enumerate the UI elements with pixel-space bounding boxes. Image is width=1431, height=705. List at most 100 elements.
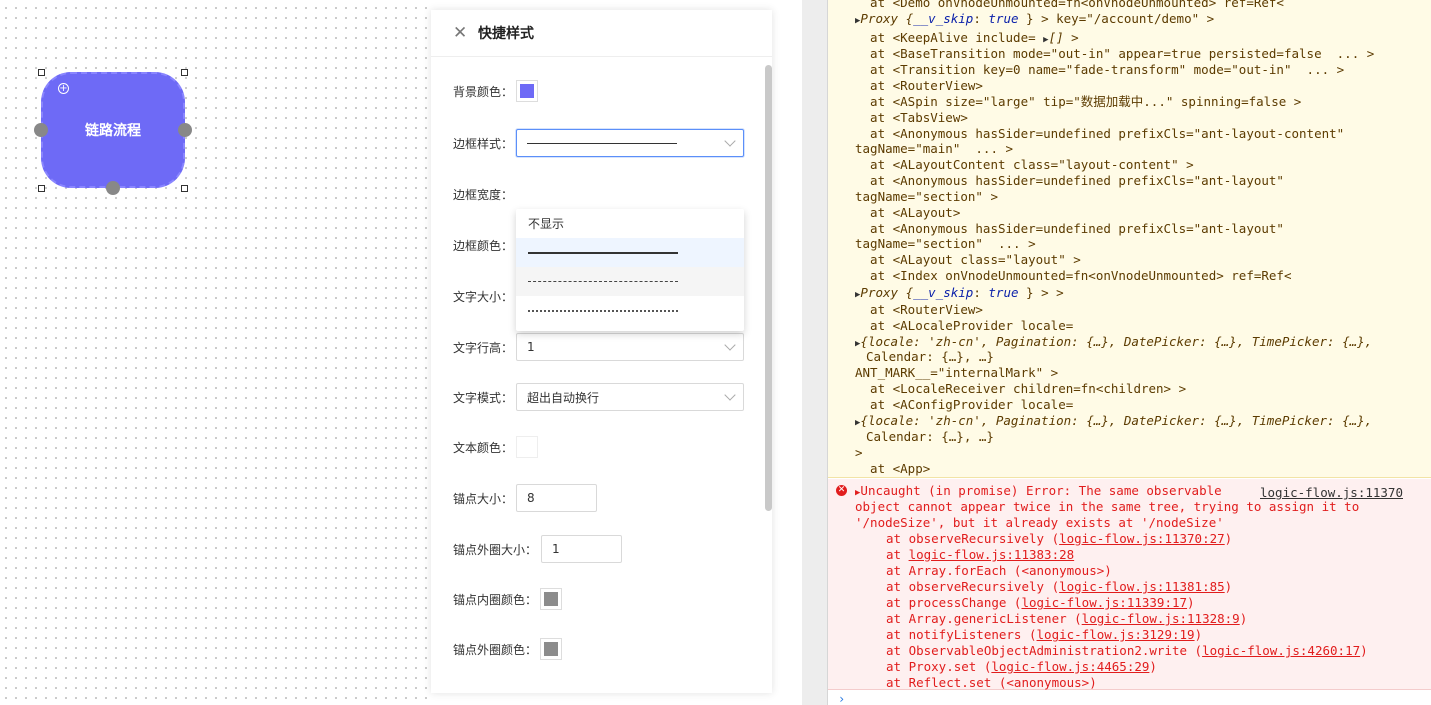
line-height-label: 文字行高： (453, 340, 514, 355)
anchor-size-row: 锚点大小： (453, 484, 513, 512)
console-line: Calendar: {…}, …} (866, 349, 994, 364)
drawer-header: ✕ 快捷样式 (431, 10, 772, 57)
node-label: 链路流程 (85, 123, 141, 139)
stack-frame-link[interactable]: logic-flow.js:11383:28 (909, 547, 1075, 562)
stack-frame: at notifyListeners (logic-flow.js:3129:1… (886, 627, 1203, 642)
error-line: object cannot appear twice in the same t… (855, 499, 1360, 514)
proxy-suffix: } > key="/account/demo" > (1026, 11, 1215, 26)
console-line: tagName="section" > (855, 189, 998, 204)
border-style-option-hidden[interactable]: 不显示 (516, 209, 744, 238)
stack-frame: at Array.genericListener (logic-flow.js:… (886, 611, 1248, 626)
console-warning-message: at <Demo onVnodeUnmounted=fn<onVnodeUnmo… (828, 0, 1431, 478)
anchor-outer-color-row: 锚点外圈颜色： (453, 635, 563, 663)
devtools-divider[interactable] (802, 0, 828, 705)
drawer-title: 快捷样式 (478, 26, 534, 42)
stack-frame: at Array.forEach (<anonymous>) (886, 563, 1112, 578)
anchor-inner-color-picker[interactable] (540, 588, 563, 610)
flow-node[interactable]: + 链路流程 (41, 72, 185, 188)
console-line: at <Anonymous hasSider=undefined prefixC… (855, 221, 1284, 236)
proxy-prefix: Proxy { (860, 11, 914, 26)
console-line: at <Demo onVnodeUnmounted=fn<onVnodeUnmo… (855, 0, 1284, 10)
anchor-outer-size-value: 1 (552, 542, 560, 556)
stack-frame: at processChange (logic-flow.js:11339:17… (886, 595, 1195, 610)
flow-canvas[interactable]: + 链路流程 (0, 0, 430, 705)
anchor-outer-color-picker[interactable] (540, 638, 563, 660)
stack-frame: at ObservableObjectAdministration2.write… (886, 643, 1368, 658)
text-mode-value: 超出自动换行 (527, 390, 600, 405)
console-line: at <ALayout class="layout" > (855, 252, 1081, 267)
console-prompt-icon[interactable]: › (838, 692, 845, 705)
selection-handle-bottom-left[interactable] (38, 185, 45, 192)
border-style-solid-preview (527, 142, 677, 144)
proxy-key: __v_skip (913, 11, 974, 26)
console-line: at <Transition key=0 name="fade-transfor… (855, 62, 1345, 77)
border-style-label: 边框样式： (453, 136, 514, 151)
chevron-down-icon (724, 339, 736, 351)
bg-color-swatch (520, 84, 535, 98)
border-style-option-dashed[interactable] (516, 267, 744, 296)
text-color-picker[interactable] (516, 436, 539, 458)
bg-color-picker[interactable] (516, 80, 539, 102)
console-line: at <LocaleReceiver children=fn<children>… (855, 381, 1187, 396)
stack-frame-link[interactable]: logic-flow.js:4465:29 (991, 659, 1149, 674)
stack-frame-link[interactable]: logic-flow.js:11339:17 (1021, 595, 1187, 610)
anchor-outer-size-input[interactable]: 1 (541, 535, 622, 563)
error-icon: ✕ (836, 485, 847, 496)
error-source-link[interactable]: logic-flow.js:11370 (1260, 485, 1403, 500)
text-mode-label: 文字模式： (453, 390, 514, 405)
border-style-dropdown: 不显示 (516, 209, 744, 331)
stack-frame: at observeRecursively (logic-flow.js:113… (886, 531, 1233, 546)
console-line: Calendar: {…}, …} (866, 429, 994, 444)
console-line: at <ALayoutContent class="layout-content… (855, 157, 1194, 172)
chevron-down-icon (724, 389, 736, 401)
dotted-line-preview (528, 309, 678, 312)
console-line: at <RouterView> (855, 302, 983, 317)
stack-frame: at observeRecursively (logic-flow.js:113… (886, 579, 1233, 594)
stack-frame-link[interactable]: logic-flow.js:11328:9 (1082, 611, 1240, 626)
anchor-outer-size-row: 锚点外圈大小： (453, 535, 537, 563)
style-drawer: ✕ 快捷样式 背景颜色： 边框样式： 不显示 边框宽度： 边框颜色： 文字大小：… (431, 10, 772, 693)
line-height-select[interactable]: 1 (516, 333, 744, 361)
selection-handle-top-right[interactable] (181, 69, 188, 76)
anchor-bottom[interactable] (106, 181, 120, 195)
console-line: at <App> (855, 461, 931, 476)
stack-frame-link[interactable]: logic-flow.js:4260:17 (1202, 643, 1360, 658)
border-color-label: 边框颜色： (453, 238, 514, 253)
text-mode-row: 文字模式： (453, 383, 513, 411)
stack-frame: at logic-flow.js:11383:28 (886, 547, 1075, 562)
console-line: > (855, 445, 863, 460)
anchor-inner-color-swatch (544, 592, 559, 606)
selection-handle-bottom-right[interactable] (181, 185, 188, 192)
close-icon[interactable]: ✕ (453, 23, 469, 43)
bg-color-label: 背景颜色： (453, 84, 514, 99)
border-style-select[interactable] (516, 129, 744, 157)
stack-frame-link[interactable]: logic-flow.js:11381:85 (1059, 579, 1225, 594)
anchor-inner-color-label: 锚点内圈颜色： (453, 592, 538, 607)
line-height-row: 文字行高： (453, 333, 513, 361)
anchor-size-label: 锚点大小： (453, 491, 514, 506)
border-style-row: 边框样式： (453, 129, 513, 157)
console-line: tagName="main" ... > (855, 141, 1014, 156)
drawer-scrollbar[interactable] (765, 65, 772, 511)
anchor-size-value: 8 (527, 491, 535, 505)
stack-frame-link[interactable]: logic-flow.js:3129:19 (1037, 627, 1195, 642)
font-size-label: 文字大小： (453, 289, 514, 304)
console-line: at <Anonymous hasSider=undefined prefixC… (855, 173, 1284, 188)
add-icon[interactable]: + (58, 83, 69, 94)
border-style-option-dotted[interactable] (516, 296, 744, 325)
console-line: at <Anonymous hasSider=undefined prefixC… (855, 126, 1345, 141)
error-line: '/nodeSize', but it already exists at '/… (855, 515, 1224, 530)
anchor-right[interactable] (178, 123, 192, 137)
selection-handle-top-left[interactable] (38, 69, 45, 76)
console-line: ▶Proxy {__v_skip: true } > key="/account… (855, 11, 1214, 29)
text-color-label: 文本颜色： (453, 440, 514, 455)
text-mode-select[interactable]: 超出自动换行 (516, 383, 744, 411)
console-line: at <TabsView> (855, 110, 968, 125)
dashed-line-preview (528, 281, 678, 282)
anchor-size-input[interactable]: 8 (516, 484, 597, 512)
border-style-option-solid[interactable] (516, 238, 744, 267)
console-line: at <ASpin size="large" tip="数据加载中..." sp… (855, 94, 1302, 109)
anchor-left[interactable] (34, 123, 48, 137)
stack-frame-link[interactable]: logic-flow.js:11370:27 (1059, 531, 1225, 546)
solid-line-preview (528, 251, 678, 254)
